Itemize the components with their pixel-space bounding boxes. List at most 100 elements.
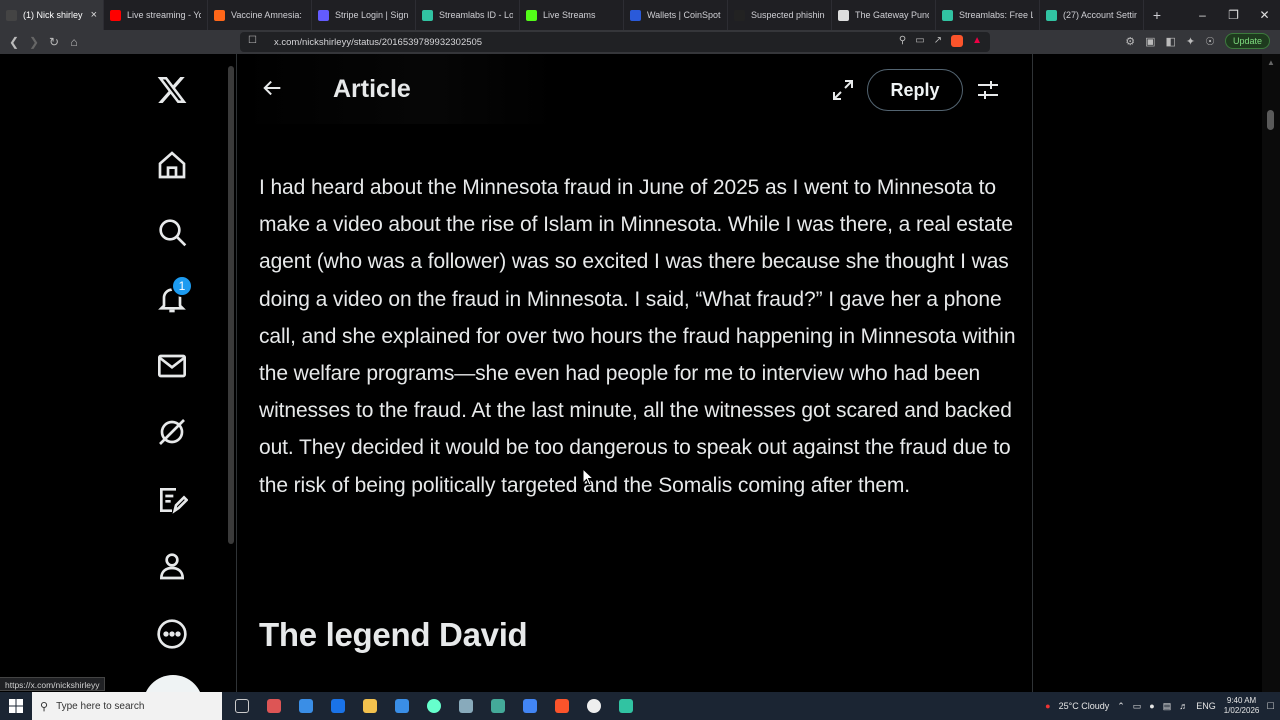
browser-tab[interactable]: Wallets | CoinSpot	[624, 0, 728, 30]
tab-title: Streamlabs: Free Li	[959, 10, 1033, 20]
leo-icon[interactable]: ✦	[1186, 35, 1195, 48]
browser-tab[interactable]: The Gateway Pundit	[832, 0, 936, 30]
browser-tab[interactable]: Vaccine Amnesia: H	[208, 0, 312, 30]
back-nav-icon[interactable]: ❮	[4, 35, 24, 49]
address-bar[interactable]: ☐ x.com/nickshirleyy/status/201653978993…	[240, 32, 990, 52]
article-paragraph: I had heard about the Minnesota fraud in…	[259, 176, 1016, 497]
browser-tab[interactable]: Suspected phishing	[728, 0, 832, 30]
page-scrollbar-thumb[interactable]	[1267, 110, 1274, 130]
outlook-icon[interactable]	[386, 692, 418, 720]
profile-nav-icon[interactable]	[140, 542, 204, 590]
tab-title: The Gateway Pundit	[855, 10, 929, 20]
tab-favicon-icon	[942, 9, 953, 21]
chrome-icon[interactable]	[418, 692, 450, 720]
back-arrow-icon[interactable]	[255, 70, 291, 106]
page-scrollbar[interactable]: ▲	[1262, 54, 1280, 692]
expand-icon[interactable]	[827, 74, 859, 106]
obs-icon[interactable]	[578, 692, 610, 720]
restore-icon[interactable]: ❐	[1218, 0, 1249, 30]
volume-icon[interactable]: ♬	[1179, 701, 1188, 711]
weather-icon: ●	[1045, 701, 1051, 711]
browser-tab[interactable]: Streamlabs ID - Log	[416, 0, 520, 30]
reload-icon[interactable]: ↻	[44, 35, 64, 49]
x-logo-icon[interactable]	[140, 66, 204, 114]
store-icon[interactable]	[322, 692, 354, 720]
tab-favicon-icon	[838, 9, 849, 21]
new-tab-button[interactable]: +	[1144, 7, 1170, 23]
minimize-icon[interactable]: –	[1187, 0, 1218, 30]
taskbar-apps	[226, 692, 642, 720]
home-nav-icon[interactable]	[140, 141, 204, 189]
browser-tab[interactable]: Stripe Login | Sign i	[312, 0, 416, 30]
tab-close-icon[interactable]: ×	[91, 9, 97, 21]
tab-title: (27) Account Settin	[1063, 10, 1137, 20]
sidebar-icon[interactable]: ◧	[1165, 35, 1175, 48]
browser-tab[interactable]: (27) Account Settin	[1040, 0, 1144, 30]
tray-chevron-icon[interactable]: ⌃	[1117, 701, 1125, 712]
article-section-heading: The legend David	[259, 616, 528, 653]
battery-icon[interactable]: ▭	[1133, 701, 1142, 712]
brave-shields-icon[interactable]	[951, 35, 964, 47]
tab-favicon-icon	[526, 9, 537, 21]
clock[interactable]: 9:40 AM 1/02/2026	[1224, 696, 1260, 716]
brave-icon[interactable]	[546, 692, 578, 720]
tab-title: Stripe Login | Sign i	[335, 10, 409, 20]
browser-tab[interactable]: (1) Nick shirley ×	[0, 0, 104, 30]
nav-scrollbar-thumb[interactable]	[228, 66, 234, 544]
browser-tab[interactable]: Live streaming - Yo	[104, 0, 208, 30]
network-icon[interactable]: ▤	[1163, 701, 1172, 712]
task-view-icon[interactable]	[226, 692, 258, 720]
brave-rewards-icon[interactable]: ▲	[972, 35, 982, 47]
vscode-icon[interactable]	[482, 692, 514, 720]
column-divider-left	[236, 54, 237, 692]
notification-center-icon[interactable]: □	[1267, 700, 1274, 712]
tab-title: Suspected phishing	[751, 10, 825, 20]
vpn-icon[interactable]: ☉	[1205, 35, 1215, 48]
messages-nav-icon[interactable]	[140, 342, 204, 390]
nav-scrollbar[interactable]	[226, 54, 236, 692]
update-button[interactable]: Update	[1224, 33, 1270, 49]
grok-nav-icon[interactable]	[140, 408, 204, 456]
toolbar: ❮ ❯ ↻ ⌂ ☐ x.com/nickshirleyy/status/2016…	[0, 30, 1280, 54]
reader-settings-icon[interactable]	[973, 74, 1003, 106]
windows-start-icon[interactable]	[0, 692, 32, 720]
cast-icon[interactable]: ▭	[915, 35, 924, 47]
copilot-icon[interactable]	[258, 692, 290, 720]
articles-nav-icon[interactable]	[140, 476, 204, 524]
extensions-icon[interactable]: ⚙	[1125, 35, 1135, 48]
notes-icon[interactable]	[450, 692, 482, 720]
zoom-icon[interactable]: ⚲	[899, 35, 906, 47]
mic-icon[interactable]: ●	[1149, 701, 1154, 711]
share-icon[interactable]: ↗	[934, 35, 942, 47]
more-nav-icon[interactable]	[140, 610, 204, 658]
streamlabs-icon[interactable]	[610, 692, 642, 720]
taskbar-search-icon: ⚲	[40, 700, 49, 713]
weather-text[interactable]: 25°C Cloudy	[1059, 701, 1110, 711]
notification-count-badge: 1	[171, 275, 193, 297]
bookmark-icon[interactable]: ☐	[248, 35, 257, 46]
search-nav-icon[interactable]	[140, 208, 204, 256]
clock-date: 1/02/2026	[1223, 706, 1260, 715]
tab-title: Wallets | CoinSpot	[647, 10, 721, 20]
taskbar-search-box[interactable]: ⚲ Type here to search	[32, 692, 222, 720]
address-actions: ⚲ ▭ ↗ ▲	[899, 35, 982, 47]
word-icon[interactable]	[514, 692, 546, 720]
close-window-icon[interactable]: ✕	[1249, 0, 1280, 30]
column-divider-right	[1032, 54, 1033, 692]
language-indicator[interactable]: ENG	[1196, 701, 1216, 711]
browser-tab[interactable]: Streamlabs: Free Li	[936, 0, 1040, 30]
file-explorer-icon[interactable]	[354, 692, 386, 720]
reply-button[interactable]: Reply	[867, 69, 963, 111]
tab-favicon-icon	[422, 9, 433, 21]
scroll-up-icon[interactable]: ▲	[1267, 58, 1275, 67]
wallet-icon[interactable]: ▣	[1145, 35, 1155, 48]
home-icon[interactable]: ⌂	[64, 35, 84, 49]
left-navigation	[140, 54, 204, 692]
tab-list: (1) Nick shirley × Live streaming - Yo Vacc…	[0, 0, 1144, 30]
page-title: Article	[333, 75, 411, 103]
browser-tab[interactable]: Live Streams	[520, 0, 624, 30]
tab-title: Live streaming - Yo	[127, 10, 201, 20]
system-tray: ● 25°C Cloudy ⌃ ▭ ● ▤ ♬ ENG 9:40 AM 1/02…	[1045, 692, 1280, 720]
forward-nav-icon[interactable]: ❯	[24, 35, 44, 49]
edge-icon[interactable]	[290, 692, 322, 720]
